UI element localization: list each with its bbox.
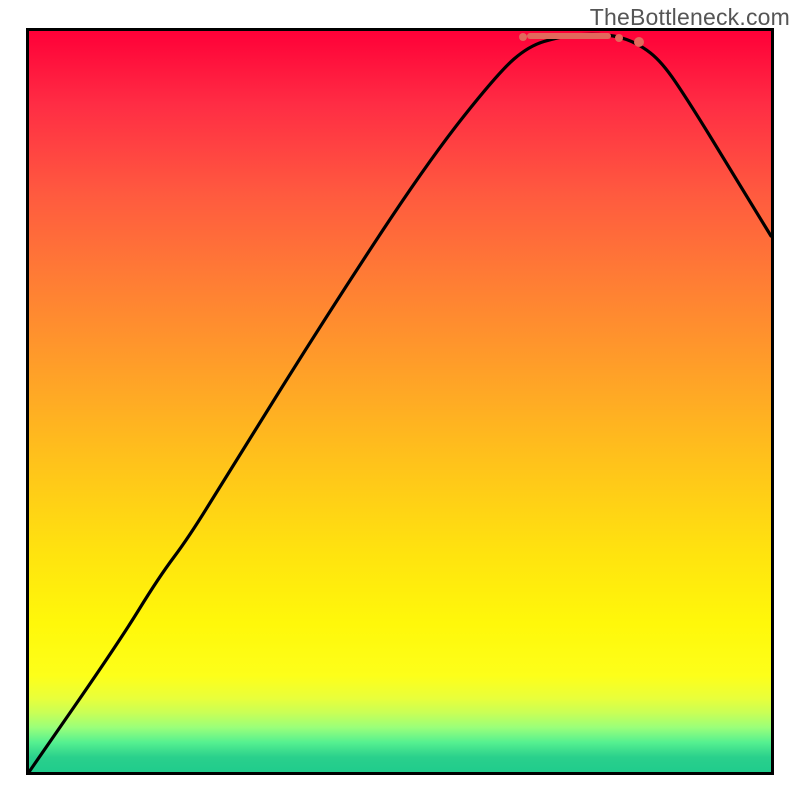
baseline-marker-bar [527, 33, 611, 39]
bottleneck-curve [29, 34, 771, 772]
plot-area [26, 28, 774, 775]
curve-layer [29, 31, 771, 772]
watermark-text: TheBottleneck.com [590, 4, 790, 31]
baseline-marker-dot [634, 37, 644, 47]
baseline-marker-dot [615, 34, 623, 42]
baseline-marker-dot [519, 33, 527, 41]
chart-container: TheBottleneck.com [0, 0, 800, 800]
